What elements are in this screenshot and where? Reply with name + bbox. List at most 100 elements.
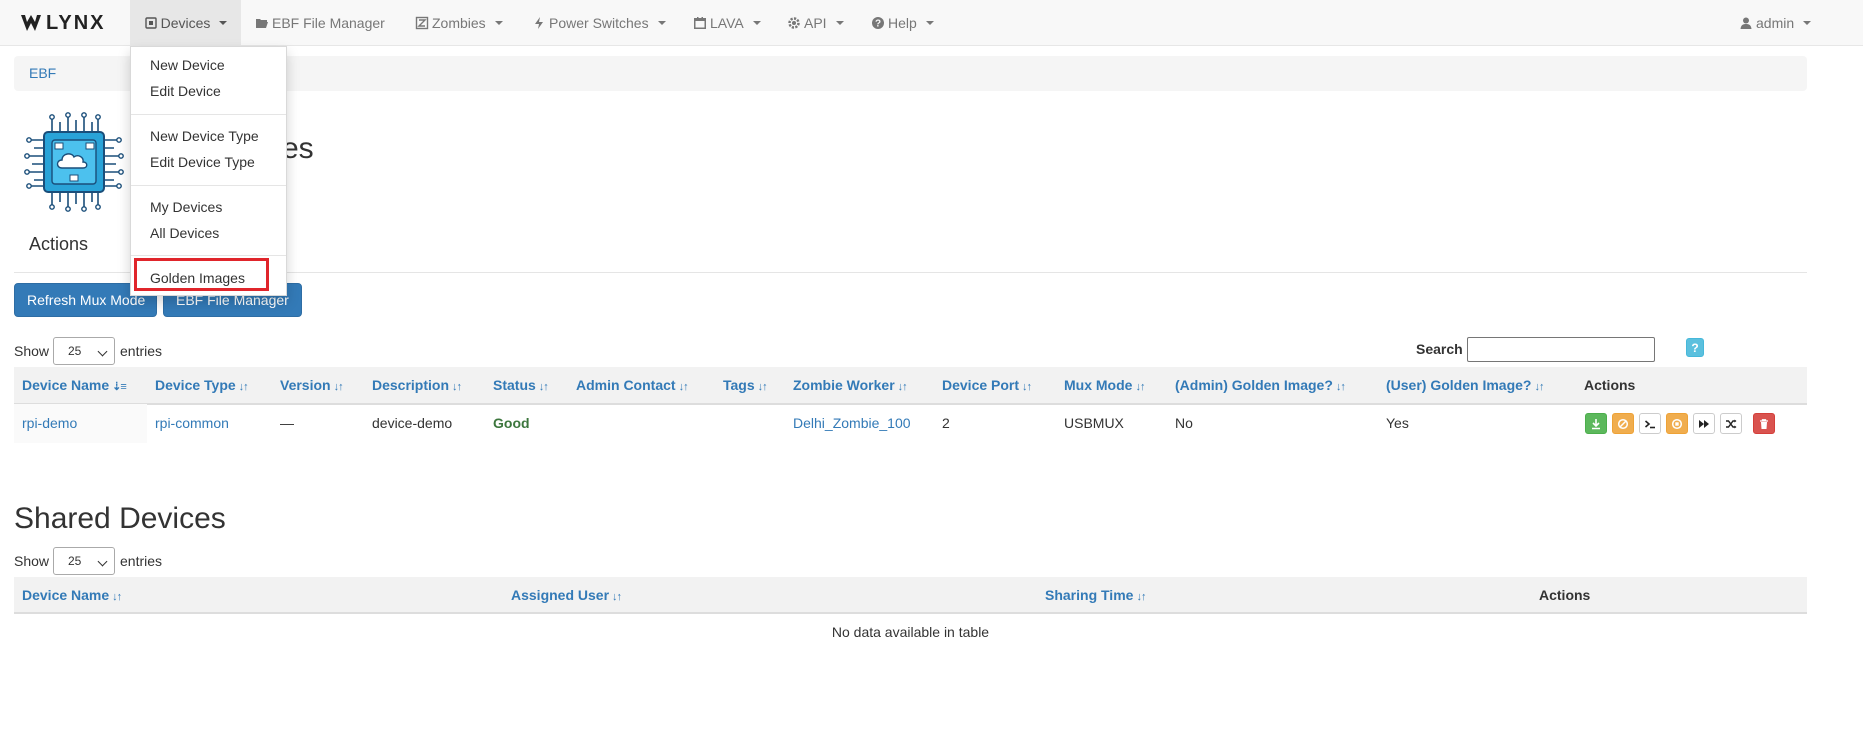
- sort-icon: ↓↑: [452, 381, 462, 393]
- zombie-icon: [415, 16, 429, 30]
- sort-icon: ↓↑: [538, 381, 549, 393]
- nav-lava-label: LAVA: [710, 15, 744, 31]
- nav-lava[interactable]: LAVA: [693, 0, 761, 46]
- nav-devices-label: Devices: [160, 15, 211, 31]
- nav-user-menu[interactable]: admin: [1739, 0, 1812, 46]
- shared-col-actions: Actions: [1539, 587, 1591, 603]
- nav-user-label: admin: [1756, 15, 1795, 31]
- caret-down-icon: [1803, 21, 1812, 25]
- nav-ebf-label: EBF File Manager: [272, 15, 385, 31]
- caret-down-icon: [219, 21, 228, 25]
- breadcrumb-link-ebf[interactable]: EBF: [29, 65, 56, 81]
- col-status[interactable]: Status ↓↑: [493, 377, 549, 393]
- chevron-down-icon: [97, 556, 108, 567]
- stop-button[interactable]: [1666, 413, 1688, 434]
- caret-down-icon: [752, 21, 761, 25]
- sort-icon: ↓↑: [1335, 381, 1346, 393]
- cell-zombie-worker-link[interactable]: Delhi_Zombie_100: [793, 415, 911, 431]
- col-user-golden-image[interactable]: (User) Golden Image? ↓↑: [1386, 377, 1544, 393]
- shuffle-icon: [1726, 419, 1737, 428]
- help-button[interactable]: ?: [1686, 338, 1704, 357]
- nav-ebf-file-manager[interactable]: EBF File Manager: [255, 0, 385, 46]
- nav-zombies-label: Zombies: [432, 15, 486, 31]
- cell-mux-mode: USBMUX: [1064, 415, 1124, 431]
- caret-down-icon: [657, 21, 666, 25]
- shuffle-button[interactable]: [1720, 413, 1742, 434]
- search-input[interactable]: [1467, 337, 1655, 362]
- menu-item-edit-device-type[interactable]: Edit Device Type: [150, 154, 255, 170]
- menu-item-new-device-type[interactable]: New Device Type: [150, 128, 259, 144]
- col-version[interactable]: Version ↓↑: [280, 377, 344, 393]
- svg-text:?: ?: [875, 19, 881, 30]
- actions-heading: Actions: [29, 234, 89, 254]
- entries-select[interactable]: 25: [53, 337, 115, 365]
- cell-description: device-demo: [372, 415, 453, 431]
- sort-icon: ↓↑: [897, 381, 908, 393]
- chip-logo-icon: [24, 112, 124, 212]
- sort-icon: ↓↑: [333, 381, 344, 393]
- highlight-box: [134, 258, 269, 291]
- col-mux-mode[interactable]: Mux Mode ↓↑: [1064, 377, 1145, 393]
- nav-api-label: API: [804, 15, 827, 31]
- shared-entries-select[interactable]: 25: [53, 547, 115, 575]
- devices-dropdown-menu: New Device Edit Device New Device Type E…: [130, 46, 287, 296]
- sort-asc-icon: ⇣≡: [112, 381, 127, 393]
- terminal-button[interactable]: [1639, 413, 1661, 434]
- col-admin-golden-image[interactable]: (Admin) Golden Image? ↓↑: [1175, 377, 1346, 393]
- bolt-icon: [535, 17, 543, 29]
- device-icon: [144, 17, 157, 29]
- gear-icon: [788, 17, 800, 29]
- shared-col-assigned-user[interactable]: Assigned User ↓↑: [511, 587, 622, 603]
- calendar-icon: [694, 17, 706, 29]
- menu-divider: [131, 255, 286, 256]
- nav-api[interactable]: API: [787, 0, 844, 46]
- stop-circle-icon: [1671, 418, 1683, 429]
- terminal-icon: [1644, 419, 1655, 428]
- sort-icon: ↓↑: [238, 381, 249, 393]
- col-actions: Actions: [1584, 377, 1636, 393]
- col-description[interactable]: Description ↓↑: [372, 377, 462, 393]
- cell-admin-golden: No: [1175, 415, 1193, 431]
- brand-logo[interactable]: LYNX: [20, 11, 106, 35]
- menu-item-edit-device[interactable]: Edit Device: [150, 83, 221, 99]
- sort-icon: ↓↑: [678, 381, 689, 393]
- nav-zombies[interactable]: Zombies: [415, 0, 503, 46]
- shared-col-sharing-time[interactable]: Sharing Time ↓↑: [1045, 587, 1146, 603]
- sort-icon: ↓↑: [112, 591, 122, 603]
- chevron-down-icon: [97, 346, 108, 357]
- disable-button[interactable]: [1612, 413, 1634, 434]
- col-device-port[interactable]: Device Port ↓↑: [942, 377, 1032, 393]
- nav-power-switches[interactable]: Power Switches: [532, 0, 666, 46]
- menu-divider: [131, 114, 286, 115]
- cell-device-port: 2: [942, 415, 950, 431]
- sort-icon: ↓↑: [1135, 381, 1145, 393]
- cell-device-name-link[interactable]: rpi-demo: [22, 415, 77, 431]
- cell-status-badge: Good: [493, 415, 530, 431]
- menu-item-all-devices[interactable]: All Devices: [150, 225, 219, 241]
- nav-help[interactable]: ? Help: [871, 0, 934, 46]
- shared-entries-select-value: 25: [68, 554, 82, 568]
- shared-length-show-label: Show: [14, 553, 50, 569]
- sort-icon: ↓↑: [612, 591, 622, 603]
- delete-button[interactable]: [1753, 413, 1775, 434]
- nav-devices[interactable]: Devices: [130, 0, 241, 46]
- col-device-name[interactable]: Device Name ⇣≡: [22, 377, 127, 393]
- sort-icon: ↓↑: [757, 381, 768, 393]
- col-device-type[interactable]: Device Type ↓↑: [155, 377, 249, 393]
- flash-button[interactable]: [1585, 413, 1607, 434]
- top-navbar: LYNX Devices EBF File Manager Zombies Po…: [0, 0, 1863, 46]
- length-show-label: Show: [14, 343, 50, 359]
- col-admin-contact[interactable]: Admin Contact ↓↑: [576, 377, 689, 393]
- question-circle-icon: ?: [872, 17, 884, 30]
- shared-col-device-name[interactable]: Device Name ↓↑: [22, 587, 122, 603]
- fast-forward-button[interactable]: [1693, 413, 1715, 434]
- col-tags[interactable]: Tags ↓↑: [723, 377, 768, 393]
- menu-item-my-devices[interactable]: My Devices: [150, 199, 222, 215]
- nav-power-label: Power Switches: [549, 15, 649, 31]
- ban-icon: [1617, 418, 1629, 429]
- cell-device-type-link[interactable]: rpi-common: [155, 415, 229, 431]
- menu-item-new-device[interactable]: New Device: [150, 57, 225, 73]
- user-icon: [1740, 17, 1752, 29]
- col-zombie-worker[interactable]: Zombie Worker ↓↑: [793, 377, 908, 393]
- brand-name: LYNX: [46, 11, 106, 34]
